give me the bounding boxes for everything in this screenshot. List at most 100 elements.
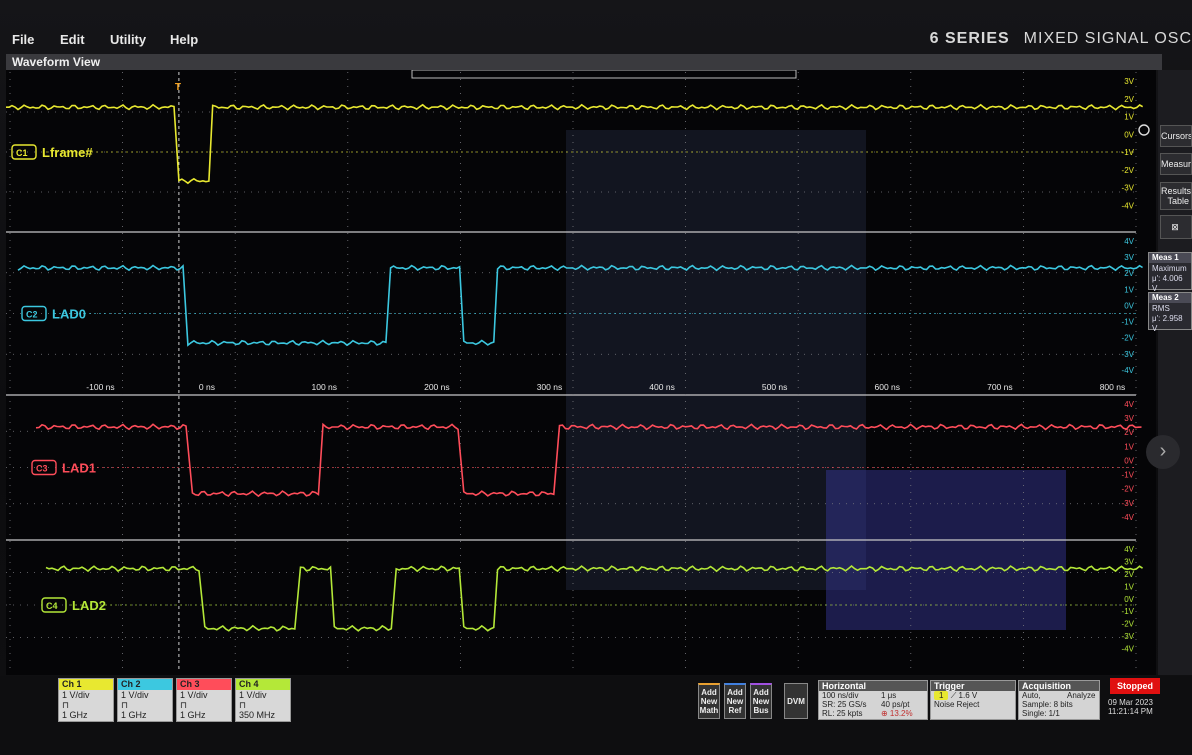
probe-icon: ⊓ <box>62 700 70 710</box>
ch3-bandwidth: 1 GHz <box>180 710 206 720</box>
meas1-badge[interactable]: Meas 1 Maximum μ': 4.006 V <box>1148 252 1192 293</box>
magnifier-icon <box>1138 124 1150 136</box>
meas2-value: μ': 2.958 V <box>1152 314 1183 333</box>
horizontal-badge[interactable]: Horizontal 100 ns/div 1 μs SR: 25 GS/s 40 … <box>818 680 928 720</box>
trigger-badge[interactable]: Trigger 1 ⟋ 1.6 V Noise Reject <box>930 680 1016 720</box>
trigger-channel: 1 <box>934 691 949 700</box>
scale-label: -3V <box>1122 350 1135 359</box>
ch2-scale: 1 V/div <box>121 690 149 700</box>
channel-label: LAD1 <box>62 461 96 476</box>
scale-label: -4V <box>1122 645 1135 654</box>
chevron-right-icon[interactable]: › <box>1146 435 1180 469</box>
results-table-label-1: Results <box>1161 186 1192 196</box>
record-overview-bar <box>411 70 797 79</box>
time-axis-label: 500 ns <box>762 382 788 392</box>
acquisition-mode: Auto, <box>1022 691 1041 700</box>
horizontal-sr: SR: 25 GS/s <box>822 700 867 709</box>
date: 09 Mar 2023 <box>1108 698 1153 707</box>
menu-file[interactable]: File <box>12 32 34 47</box>
scale-label: -2V <box>1122 620 1135 629</box>
scale-label: 0V <box>1124 301 1134 310</box>
probe-icon: ⊓ <box>239 700 247 710</box>
brand-series: 6 SERIES <box>929 30 1010 47</box>
trigger-title: Trigger <box>931 681 1015 691</box>
acquisition-sample: Sample: 8 bits <box>1022 700 1073 709</box>
ch4-name: Ch 4 <box>236 679 290 690</box>
waveform-view-title: Waveform View <box>6 54 1162 70</box>
scale-label: -2V <box>1122 166 1135 175</box>
results-table-label-2: Table <box>1167 196 1189 206</box>
ch4-badge[interactable]: Ch 4 1 V/div ⊓ 350 MHz <box>235 678 291 722</box>
time-axis-label: 100 ns <box>312 382 338 392</box>
menu-utility[interactable]: Utility <box>110 32 146 47</box>
meas2-badge[interactable]: Meas 2 RMS μ': 2.958 V <box>1148 292 1192 333</box>
menu-help[interactable]: Help <box>170 32 198 47</box>
add-bus-l2: New <box>752 697 770 706</box>
waveform-svg: T -100 ns 0 ns 100 ns 200 ns 300 ns 400 ns 500 … <box>6 70 1150 670</box>
add-bus-l1: Add <box>753 688 769 697</box>
scale-label: 1V <box>1124 582 1134 591</box>
time: 11:21:14 PM <box>1108 707 1153 716</box>
scale-label: 2V <box>1124 95 1134 104</box>
horizontal-rl: RL: 25 kpts <box>822 709 863 718</box>
cursors-button[interactable]: Cursors <box>1160 125 1192 147</box>
brand-title: 6 SERIES MIXED SIGNAL OSC <box>930 30 1192 48</box>
trigger-slope-icon: ⟋ <box>950 691 957 700</box>
ch1-badge[interactable]: Ch 1 1 V/div ⊓ 1 GHz <box>58 678 114 722</box>
channel-label: LAD2 <box>72 598 106 613</box>
glare-reflection <box>826 470 1066 630</box>
trigger-marker: T <box>175 82 181 93</box>
ch4-bandwidth: 350 MHz <box>239 710 276 720</box>
meas2-name: RMS <box>1152 304 1170 313</box>
measure-button[interactable]: Measure <box>1160 153 1192 175</box>
acquisition-badge[interactable]: Acquisition Auto, Analyze Sample: 8 bits … <box>1018 680 1100 720</box>
screenshot-icon[interactable]: ⊠ <box>1160 215 1192 239</box>
time-axis-label: -100 ns <box>86 382 114 392</box>
add-math-l2: New <box>700 697 718 706</box>
acquisition-single: Single: 1/1 <box>1022 709 1060 718</box>
channel-id: C1 <box>16 148 28 158</box>
brand-product: MIXED SIGNAL OSC <box>1023 30 1192 47</box>
add-new-math-button[interactable]: Add New Math <box>698 683 720 719</box>
ch3-badge[interactable]: Ch 3 1 V/div ⊓ 1 GHz <box>176 678 232 722</box>
ch1-bandwidth: 1 GHz <box>62 710 88 720</box>
channel-label: LAD0 <box>52 307 86 322</box>
ch2-badge[interactable]: Ch 2 1 V/div ⊓ 1 GHz <box>117 678 173 722</box>
add-new-bus-button[interactable]: Add New Bus <box>750 683 772 719</box>
scale-label: 1V <box>1124 442 1134 451</box>
ch3-scale: 1 V/div <box>180 690 208 700</box>
acquisition-analyze: Analyze <box>1067 691 1096 700</box>
time-axis-label: 600 ns <box>875 382 901 392</box>
glare-reflection <box>566 130 866 590</box>
channel-id: C4 <box>46 601 58 611</box>
time-axis-label: 300 ns <box>537 382 563 392</box>
channel-label: Lframe# <box>42 145 93 160</box>
time-axis-label: 400 ns <box>649 382 675 392</box>
waveform-display[interactable]: T -100 ns 0 ns 100 ns 200 ns 300 ns 400 ns 500 … <box>6 70 1156 675</box>
dvm-button[interactable]: DVM <box>784 683 808 719</box>
channel-id: C2 <box>26 310 38 320</box>
meas1-name: Maximum <box>1152 264 1187 273</box>
scale-label: 2V <box>1124 269 1134 278</box>
run-stop-status[interactable]: Stopped <box>1110 678 1160 694</box>
ch1-name: Ch 1 <box>59 679 113 690</box>
scale-label: 4V <box>1124 400 1134 409</box>
add-new-ref-button[interactable]: Add New Ref <box>724 683 746 719</box>
scale-label: -4V <box>1122 513 1135 522</box>
probe-icon: ⊓ <box>121 700 129 710</box>
scale-label: 1V <box>1124 285 1134 294</box>
scale-label: 3V <box>1124 253 1134 262</box>
scale-label: 3V <box>1124 557 1134 566</box>
menu-edit[interactable]: Edit <box>60 32 85 47</box>
scale-label: -2V <box>1122 334 1135 343</box>
scale-label: -3V <box>1122 632 1135 641</box>
scale-label: -4V <box>1122 366 1135 375</box>
scale-label: -1V <box>1122 318 1135 327</box>
scale-label: 0V <box>1124 456 1134 465</box>
ch3-name: Ch 3 <box>177 679 231 690</box>
time-axis-label: 800 ns <box>1100 382 1126 392</box>
scale-label: 1V <box>1124 113 1134 122</box>
results-table-button[interactable]: Results Table <box>1160 182 1192 210</box>
scale-label: -1V <box>1122 148 1135 157</box>
scale-label: 2V <box>1124 570 1134 579</box>
